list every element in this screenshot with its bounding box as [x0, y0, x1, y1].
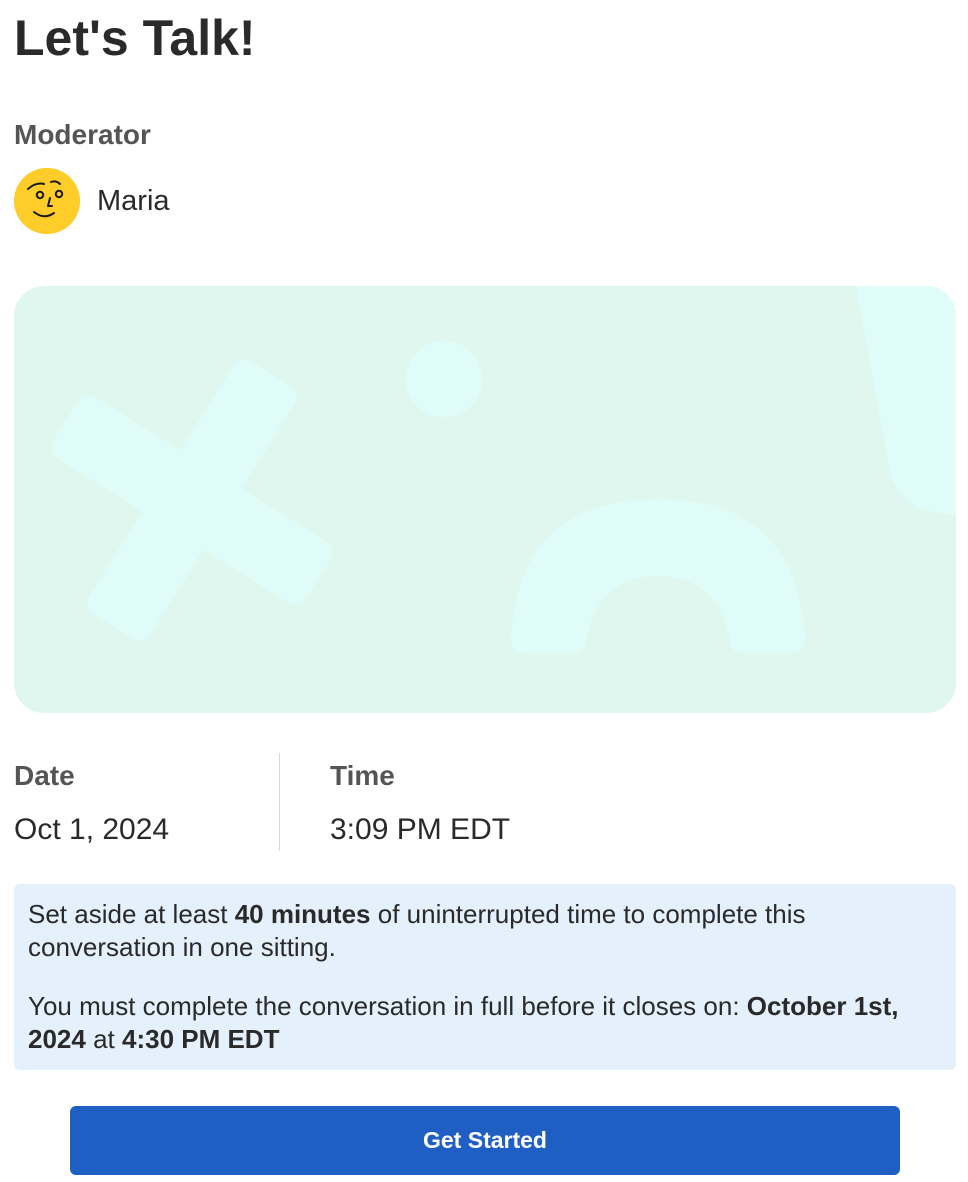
avatar [14, 168, 80, 234]
time-label: Time [330, 760, 395, 791]
deadline-time: 4:30 PM EDT [121, 1024, 280, 1054]
date-label: Date [14, 760, 75, 791]
arch-shape-icon [511, 499, 805, 653]
time-value: 3:09 PM EDT [330, 813, 511, 846]
date-column: Date Oct 1, 2024 [14, 753, 169, 849]
divider [279, 753, 280, 851]
deadline-text-mid: at [85, 1024, 122, 1054]
x-shape-icon [51, 359, 333, 641]
duration-value: 40 minutes [234, 899, 371, 929]
moderator-heading: Moderator [14, 119, 151, 150]
date-value: Oct 1, 2024 [14, 813, 170, 846]
exclamation-shape-icon [856, 286, 956, 515]
duration-notice: Set aside at least 40 minutes of uninter… [28, 898, 942, 964]
moderator-name: Maria [97, 185, 170, 217]
get-started-button[interactable]: Get Started [70, 1106, 900, 1175]
deadline-notice: You must complete the conversation in fu… [28, 990, 942, 1056]
banner-illustration [14, 286, 956, 713]
time-column: Time 3:09 PM EDT [330, 753, 510, 849]
deadline-text-start: You must complete the conversation in fu… [28, 991, 747, 1021]
schedule-info: Date Oct 1, 2024 Time 3:09 PM EDT [14, 753, 956, 851]
page-title: Let's Talk! [14, 10, 256, 66]
moderator-row: Maria [14, 168, 170, 234]
circle-shape-icon [406, 341, 482, 417]
duration-text-start: Set aside at least [28, 899, 235, 929]
time-notice: Set aside at least 40 minutes of uninter… [14, 884, 956, 1070]
